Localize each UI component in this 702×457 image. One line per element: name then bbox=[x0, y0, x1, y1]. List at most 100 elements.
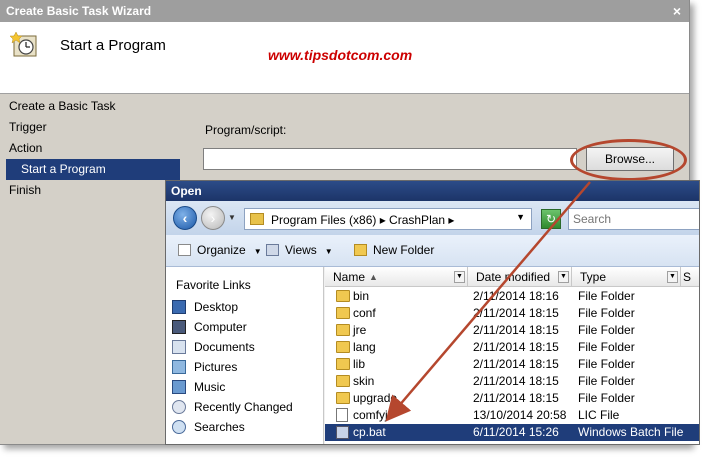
navigation-pane: Favorite Links Desktop Computer Document… bbox=[166, 267, 324, 444]
column-size-label: S bbox=[683, 270, 692, 284]
chevron-down-icon[interactable]: ▼ bbox=[558, 271, 569, 283]
views-label: Views bbox=[285, 243, 317, 257]
file-name: cp.bat bbox=[353, 425, 386, 439]
file-date: 2/11/2014 18:15 bbox=[473, 340, 559, 354]
organize-icon bbox=[178, 244, 191, 256]
file-row-bin[interactable]: bin 2/11/2014 18:16 File Folder bbox=[325, 288, 699, 305]
column-name[interactable]: Name ▲ ▼ bbox=[325, 267, 468, 287]
favorite-recently-changed[interactable]: Recently Changed bbox=[170, 397, 293, 417]
computer-icon bbox=[172, 320, 186, 334]
chevron-down-icon[interactable]: ▼ bbox=[454, 271, 465, 283]
file-date: 2/11/2014 18:16 bbox=[473, 289, 559, 303]
column-type-label: Type bbox=[580, 270, 607, 284]
organize-label: Organize bbox=[197, 243, 246, 257]
file-date: 2/11/2014 18:15 bbox=[473, 306, 559, 320]
step-action[interactable]: Action bbox=[0, 138, 190, 159]
folder-icon bbox=[336, 375, 350, 387]
batch-file-icon bbox=[336, 426, 349, 439]
file-row-cp-bat[interactable]: cp.bat 6/11/2014 15:26 Windows Batch File bbox=[325, 424, 699, 441]
favorite-music[interactable]: Music bbox=[170, 377, 225, 397]
favorite-computer[interactable]: Computer bbox=[170, 317, 247, 337]
document-icon bbox=[336, 408, 348, 422]
organize-button[interactable]: Organize ▼ bbox=[178, 243, 262, 257]
step-create-basic-task[interactable]: Create a Basic Task bbox=[0, 96, 190, 117]
new-folder-icon bbox=[354, 244, 367, 256]
search-input[interactable] bbox=[568, 208, 699, 230]
address-path[interactable]: Program Files (x86) ▸ CrashPlan ▸ bbox=[271, 213, 454, 227]
step-trigger[interactable]: Trigger bbox=[0, 117, 190, 138]
file-name: conf bbox=[353, 306, 376, 320]
pictures-icon bbox=[172, 360, 186, 374]
folder-icon bbox=[336, 290, 350, 302]
file-date: 2/11/2014 18:15 bbox=[473, 391, 559, 405]
music-icon bbox=[172, 380, 186, 394]
favorite-label: Computer bbox=[194, 320, 247, 334]
file-date: 2/11/2014 18:15 bbox=[473, 357, 559, 371]
file-date: 2/11/2014 18:15 bbox=[473, 323, 559, 337]
folder-icon bbox=[336, 392, 350, 404]
program-script-input[interactable] bbox=[203, 148, 577, 170]
documents-icon bbox=[172, 340, 186, 354]
column-date-label: Date modified bbox=[476, 270, 551, 284]
column-date-modified[interactable]: Date modified ▼ bbox=[468, 267, 572, 287]
file-row-skin[interactable]: skin 2/11/2014 18:15 File Folder bbox=[325, 373, 699, 390]
favorite-label: Music bbox=[194, 380, 226, 394]
chevron-down-icon[interactable]: ▼ bbox=[667, 271, 678, 283]
program-script-label: Program/script: bbox=[205, 123, 287, 137]
file-name: lib bbox=[353, 357, 366, 371]
favorite-documents[interactable]: Documents bbox=[170, 337, 255, 357]
open-dialog: Open ‹ › ▼ Program Files (x86) ▸ CrashPl… bbox=[165, 180, 700, 445]
file-name: bin bbox=[353, 289, 370, 303]
favorite-label: Searches bbox=[194, 420, 245, 434]
chevron-down-icon: ▼ bbox=[253, 247, 262, 256]
column-size[interactable]: S bbox=[681, 267, 699, 287]
chevron-down-icon[interactable]: ▼ bbox=[516, 212, 525, 222]
file-type: File Folder bbox=[578, 340, 635, 354]
file-name: lang bbox=[353, 340, 376, 354]
new-folder-label: New Folder bbox=[373, 243, 435, 257]
step-start-a-program[interactable]: Start a Program bbox=[6, 159, 180, 180]
file-name: upgrade bbox=[353, 391, 398, 405]
recent-pages-dropdown-icon[interactable]: ▼ bbox=[228, 213, 236, 222]
refresh-icon[interactable]: ↻ bbox=[541, 209, 561, 229]
page-title: Start a Program bbox=[60, 37, 166, 54]
file-type: LIC File bbox=[578, 408, 620, 422]
file-type: File Folder bbox=[578, 391, 635, 405]
file-type: File Folder bbox=[578, 323, 635, 337]
file-name: comfyj bbox=[353, 408, 388, 422]
file-date: 2/11/2014 18:15 bbox=[473, 374, 559, 388]
views-button[interactable]: Views ▼ bbox=[266, 243, 333, 257]
views-icon bbox=[266, 244, 279, 256]
watermark: www.tipsdotcom.com bbox=[268, 47, 413, 63]
file-row-comfyj[interactable]: comfyj 13/10/2014 20:58 LIC File bbox=[325, 407, 699, 424]
searches-icon bbox=[172, 420, 186, 434]
favorite-label: Pictures bbox=[194, 360, 238, 374]
file-name: jre bbox=[353, 323, 367, 337]
annotation-circle bbox=[570, 139, 687, 181]
file-type: File Folder bbox=[578, 374, 635, 388]
column-type[interactable]: Type ▼ bbox=[572, 267, 681, 287]
close-icon[interactable]: × bbox=[668, 2, 686, 20]
file-row-conf[interactable]: conf 2/11/2014 18:15 File Folder bbox=[325, 305, 699, 322]
back-arrow-icon[interactable]: ‹ bbox=[173, 206, 197, 230]
folder-icon bbox=[336, 358, 350, 370]
file-row-jre[interactable]: jre 2/11/2014 18:15 File Folder bbox=[325, 322, 699, 339]
file-date: 13/10/2014 20:58 bbox=[473, 408, 567, 422]
favorite-label: Documents bbox=[194, 340, 255, 354]
new-folder-button[interactable]: New Folder bbox=[354, 243, 434, 257]
file-row-lib[interactable]: lib 2/11/2014 18:15 File Folder bbox=[325, 356, 699, 373]
wizard-titlebar: Create Basic Task Wizard × bbox=[0, 0, 689, 22]
address-bar[interactable]: Program Files (x86) ▸ CrashPlan ▸ ▼ bbox=[244, 208, 532, 230]
file-row-lang[interactable]: lang 2/11/2014 18:15 File Folder bbox=[325, 339, 699, 356]
sort-ascending-icon: ▲ bbox=[369, 272, 378, 282]
favorite-searches[interactable]: Searches bbox=[170, 417, 245, 437]
file-type: File Folder bbox=[578, 306, 635, 320]
step-finish[interactable]: Finish bbox=[0, 180, 190, 201]
folder-icon bbox=[336, 307, 350, 319]
favorite-pictures[interactable]: Pictures bbox=[170, 357, 237, 377]
file-row-upgrade[interactable]: upgrade 2/11/2014 18:15 File Folder bbox=[325, 390, 699, 407]
forward-arrow-icon[interactable]: › bbox=[201, 206, 225, 230]
recently-changed-icon bbox=[172, 400, 186, 414]
wizard-title: Create Basic Task Wizard bbox=[6, 4, 152, 18]
favorite-desktop[interactable]: Desktop bbox=[170, 297, 238, 317]
